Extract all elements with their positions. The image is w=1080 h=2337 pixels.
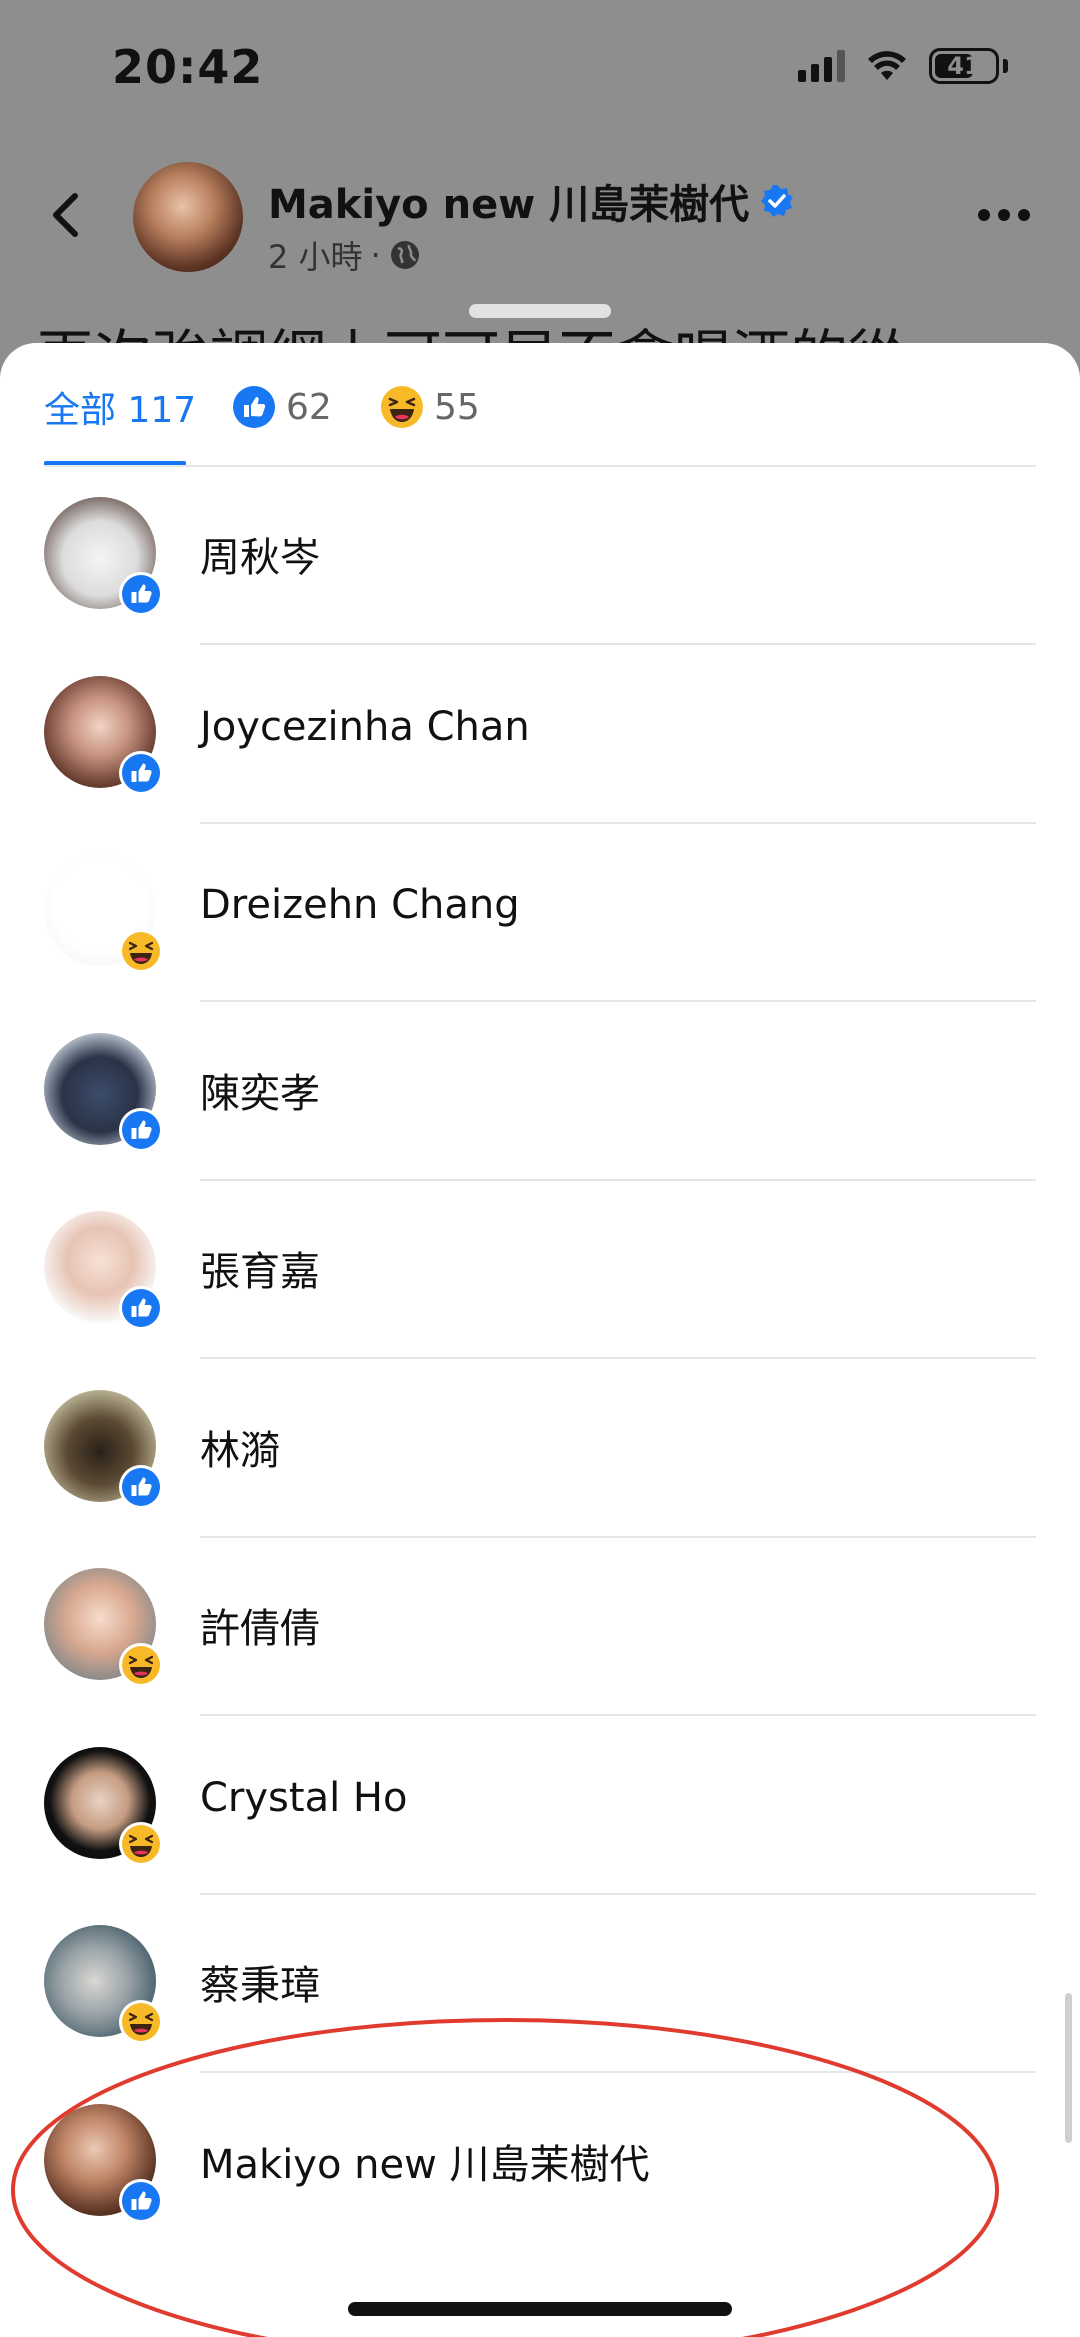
verified-badge-icon xyxy=(761,185,794,217)
post-background: 20:42 41 Makiyo new 川島茉樹代 2 小時 · xyxy=(0,0,1080,345)
battery-level: 41 xyxy=(947,52,981,80)
post-timestamp: 2 小時 xyxy=(268,238,363,276)
reactor-row[interactable]: 張育嘉 xyxy=(0,1181,1080,1359)
poster-name[interactable]: Makiyo new 川島茉樹代 xyxy=(268,172,749,230)
more-options-icon[interactable] xyxy=(978,200,1038,230)
reactor-name[interactable]: Crystal Ho xyxy=(200,1775,407,1821)
haha-badge-icon xyxy=(119,929,163,973)
home-indicator[interactable] xyxy=(348,2302,732,2316)
reactor-row[interactable]: 周秋岑 xyxy=(0,467,1080,645)
meta-separator: · xyxy=(370,236,381,274)
status-time: 20:42 xyxy=(112,40,264,94)
battery-icon: 41 xyxy=(929,48,999,84)
reactor-row[interactable]: Joycezinha Chan xyxy=(0,646,1080,824)
reactor-row[interactable]: 陳奕孝 xyxy=(0,1003,1080,1181)
scroll-indicator xyxy=(1065,1993,1072,2143)
tab-haha[interactable]: 55 xyxy=(380,379,480,435)
reactor-row[interactable]: 許倩倩 xyxy=(0,1538,1080,1716)
reactor-row[interactable]: 林漪 xyxy=(0,1360,1080,1538)
reaction-tabs: 全部 117 62 55 xyxy=(0,343,1080,467)
like-badge-icon xyxy=(119,2178,163,2223)
reactor-name[interactable]: Makiyo new 川島茉樹代 xyxy=(200,2132,650,2190)
reactor-name[interactable]: 張育嘉 xyxy=(200,1239,320,1297)
reactor-name[interactable]: 林漪 xyxy=(200,1418,280,1476)
reactor-name[interactable]: 陳奕孝 xyxy=(200,1061,320,1119)
like-badge-icon xyxy=(119,750,163,795)
tab-haha-count: 55 xyxy=(434,386,480,428)
back-arrow-icon[interactable] xyxy=(42,190,92,240)
post-meta: 2 小時 · xyxy=(268,232,421,278)
poster-avatar[interactable] xyxy=(133,162,243,272)
haha-badge-icon xyxy=(119,2000,163,2044)
reactions-sheet: 全部 117 62 55 周秋岑 Joycezinha Chan Dreizeh… xyxy=(0,343,1080,2337)
tab-like[interactable]: 62 xyxy=(232,379,332,435)
signal-icon xyxy=(798,50,845,82)
tab-like-count: 62 xyxy=(286,386,332,428)
tab-all[interactable]: 全部 117 xyxy=(44,379,196,435)
haha-badge-icon xyxy=(119,1821,163,1866)
reactor-row[interactable]: Makiyo new 川島茉樹代 xyxy=(0,2074,1080,2252)
reactor-name[interactable]: Joycezinha Chan xyxy=(200,704,530,750)
reactor-row[interactable]: 蔡秉璋 xyxy=(0,1895,1080,2073)
tab-all-label: 全部 117 xyxy=(44,390,197,431)
like-badge-icon xyxy=(119,1286,163,1330)
like-badge-icon xyxy=(119,572,163,616)
globe-icon xyxy=(390,241,419,269)
reactor-name[interactable]: Dreizehn Chang xyxy=(200,882,520,928)
wifi-icon xyxy=(868,51,906,80)
reactor-row[interactable]: Crystal Ho xyxy=(0,1717,1080,1895)
poster-name-row[interactable]: Makiyo new 川島茉樹代 xyxy=(268,172,795,230)
haha-badge-icon xyxy=(119,1643,163,1687)
like-reaction-icon xyxy=(233,386,275,428)
like-badge-icon xyxy=(119,1107,163,1152)
reactor-row[interactable]: Dreizehn Chang xyxy=(0,824,1080,1002)
reactor-name[interactable]: 許倩倩 xyxy=(200,1596,320,1654)
like-badge-icon xyxy=(119,1464,163,1509)
haha-reaction-icon xyxy=(381,386,423,428)
reactor-name[interactable]: 周秋岑 xyxy=(200,525,320,583)
status-icons: 41 xyxy=(798,48,1008,84)
sheet-grab-handle[interactable] xyxy=(469,304,611,318)
reactor-name[interactable]: 蔡秉璋 xyxy=(200,1953,320,2011)
